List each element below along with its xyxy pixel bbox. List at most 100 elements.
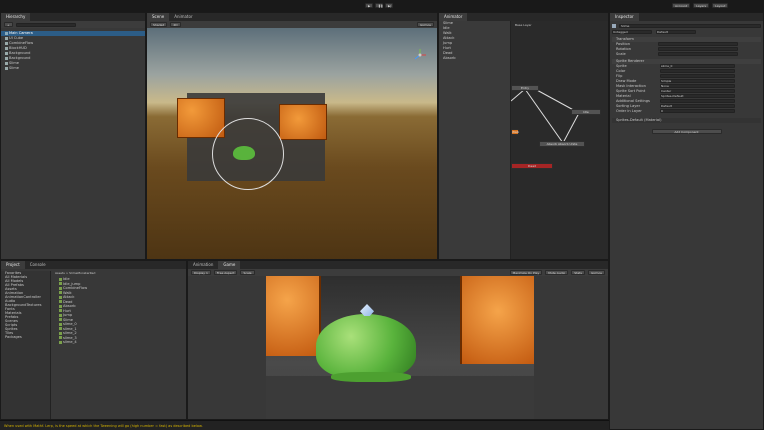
layers-button[interactable]: Layers	[693, 3, 710, 8]
stats-button[interactable]: Stats	[571, 270, 585, 275]
status-message: When used with Mathf. Lerp, is the speed…	[4, 424, 203, 428]
gameobject-icon	[5, 46, 8, 50]
state-node-absorb[interactable]: Absorb Absorb Unite	[539, 141, 585, 147]
lava-pillar-left	[266, 276, 321, 356]
maximize-button[interactable]: Maximize On Play	[509, 270, 543, 275]
rotation-field[interactable]	[658, 47, 738, 51]
file-icon	[59, 318, 62, 321]
tab-project[interactable]: Project	[1, 261, 25, 269]
shading-dropdown[interactable]: Shaded	[150, 22, 168, 27]
object-name-field[interactable]: Slime	[619, 24, 761, 28]
axis-gizmo-icon[interactable]	[413, 48, 427, 62]
position-field[interactable]	[658, 42, 738, 46]
project-tree: Favorites All Materials All Models All Pref…	[1, 271, 51, 419]
state-node-walk[interactable]: Walk	[511, 129, 519, 135]
gameobject-icon	[5, 36, 8, 40]
account-button[interactable]: Account	[672, 3, 691, 8]
layer-dropdown[interactable]: Default	[656, 30, 696, 34]
tab-hierarchy[interactable]: Hierarchy	[1, 13, 31, 21]
gizmos-button[interactable]: Gizmos	[587, 270, 605, 275]
tab-console[interactable]: Console	[25, 261, 51, 269]
gameobject-icon	[5, 31, 8, 35]
prop-value-field[interactable]	[660, 74, 735, 78]
mute-button[interactable]: Mute Audio	[545, 270, 569, 275]
prop-value-field[interactable]: None	[660, 84, 735, 88]
prop-value-field[interactable]	[660, 99, 735, 103]
scene-panel: Scene Animator Shaded 2D Gizmos	[146, 12, 438, 260]
scale-slider[interactable]: Scale	[240, 270, 255, 275]
gameobject-icon	[5, 61, 8, 65]
prop-value-field[interactable]: 0	[660, 109, 735, 113]
list-item[interactable]: Slime	[1, 66, 145, 71]
status-bar: When used with Mathf. Lerp, is the speed…	[0, 420, 609, 430]
prop-value-field[interactable]: Simple	[660, 79, 735, 83]
file-icon	[59, 286, 62, 290]
project-panel: Project Console Favorites All Materials Al…	[0, 260, 187, 420]
tree-item[interactable]: Packages	[1, 335, 50, 339]
file-icon	[59, 322, 62, 326]
play-button[interactable]: ▶	[365, 3, 373, 8]
file-item[interactable]: slime_4	[55, 340, 186, 345]
file-icon	[59, 336, 62, 339]
aspect-dropdown[interactable]: Free Aspect	[213, 270, 238, 275]
prop-row: Scale	[612, 52, 761, 57]
file-icon	[59, 300, 62, 303]
gameobject-icon	[5, 66, 8, 70]
prop-value-field[interactable]: Center	[660, 89, 735, 93]
slime-sprite[interactable]	[233, 146, 255, 160]
slime-puddle	[331, 372, 411, 382]
top-right-buttons: Account Layers Layout	[672, 3, 729, 8]
add-component-button[interactable]: Add Component	[651, 129, 722, 134]
tab-scene[interactable]: Scene	[147, 13, 170, 21]
tab-inspector[interactable]: Inspector	[610, 13, 639, 21]
gizmos-dropdown[interactable]: Gizmos	[416, 22, 434, 27]
animator-panel: Animator Slime Idle Walk Attack Jump Hur…	[438, 12, 609, 260]
hierarchy-panel: Hierarchy + Main Camera UI Cube CombineF…	[0, 12, 146, 260]
material-row[interactable]: Sprites-Default (Material)	[612, 118, 761, 123]
animator-graph[interactable]: Base Layer Entry Idle Walk Absorb Absorb…	[511, 21, 608, 259]
pause-button[interactable]: ❚❚	[375, 3, 383, 8]
create-button[interactable]: +	[4, 22, 13, 27]
tab-animator[interactable]: Animator	[439, 13, 468, 21]
display-dropdown[interactable]: Display 1	[191, 270, 211, 275]
prop-row: Order in Layer 0	[612, 109, 761, 114]
scale-field[interactable]	[658, 52, 738, 56]
tab-animation[interactable]: Animation	[188, 261, 218, 269]
prop-value-field[interactable]	[660, 69, 735, 73]
state-node-entry[interactable]: Entry	[511, 85, 539, 91]
file-icon	[59, 340, 62, 344]
gameobject-icon	[5, 56, 8, 60]
gameobject-icon	[5, 51, 8, 55]
file-icon	[59, 295, 62, 299]
inspector-panel: Inspector Slime Untagged Default Transfo…	[609, 12, 764, 430]
hierarchy-list: Main Camera UI Cube CombineFlow BlockHUD…	[1, 31, 145, 71]
scene-viewport[interactable]	[147, 28, 437, 259]
project-files: Idle Idle_jump CombineFlow Walk Attack Dead Ab…	[55, 277, 186, 419]
params-list: Slime Idle Walk Attack Jump Hurt Dead Ab…	[439, 21, 511, 259]
param-row[interactable]: Absorb	[439, 56, 510, 61]
state-node-dead[interactable]: Dead	[511, 163, 553, 169]
2d-toggle[interactable]: 2D	[170, 22, 181, 27]
breadcrumb: Assets > SlimeMonsterRed	[55, 271, 96, 275]
tag-dropdown[interactable]: Untagged	[612, 30, 652, 34]
hierarchy-search[interactable]	[15, 22, 76, 27]
tab-animator-scene[interactable]: Animator	[169, 13, 197, 21]
prop-value-field[interactable]: slime_0	[660, 64, 735, 68]
file-icon	[59, 327, 62, 330]
play-controls: ▶ ❚❚ ▶|	[365, 3, 393, 8]
game-viewport[interactable]	[266, 276, 534, 419]
layout-button[interactable]: Layout	[712, 3, 729, 8]
file-icon	[59, 282, 62, 285]
prop-value-field[interactable]: Sprites-Default	[660, 94, 735, 98]
file-icon	[59, 313, 62, 317]
prop-value-field[interactable]: Default	[660, 104, 735, 108]
file-icon	[59, 309, 62, 312]
gameobject-icon	[5, 41, 8, 45]
top-toolbar: ▶ ❚❚ ▶| Account Layers Layout	[0, 0, 764, 12]
file-icon	[59, 331, 62, 335]
state-node-idle[interactable]: Idle	[571, 109, 601, 115]
tab-game[interactable]: Game	[218, 261, 241, 269]
game-panel: Animation Game Display 1 Free Aspect Sca…	[187, 260, 609, 420]
step-button[interactable]: ▶|	[385, 3, 393, 8]
file-icon	[59, 304, 62, 308]
